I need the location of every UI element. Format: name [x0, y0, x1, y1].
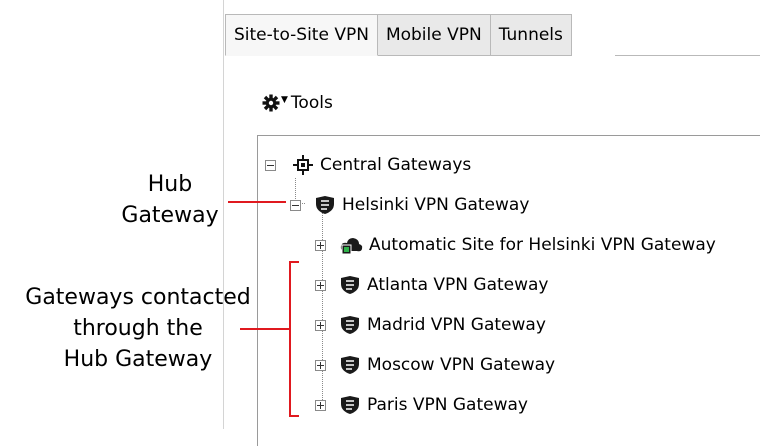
- expand-icon[interactable]: [315, 319, 326, 331]
- collapse-icon[interactable]: [265, 159, 276, 171]
- collapse-icon[interactable]: [290, 199, 301, 211]
- vpn-gateway-shield-icon: [341, 356, 359, 374]
- tree-node-label: Madrid VPN Gateway: [367, 315, 546, 335]
- expand-icon[interactable]: [315, 399, 326, 411]
- expand-icon[interactable]: [315, 279, 326, 291]
- contacted-annotation-pointer: [240, 328, 290, 330]
- annotation-line: through the: [73, 316, 203, 341]
- contacted-gateways-annotation: Gateways contacted through the Hub Gatew…: [0, 282, 276, 375]
- expand-icon[interactable]: [315, 359, 326, 371]
- vpn-gateway-shield-icon: [316, 196, 334, 214]
- contacted-bracket-vertical: [289, 261, 291, 417]
- tree-node-label: Central Gateways: [320, 155, 472, 175]
- hub-gateway-annotation: Hub Gateway: [105, 169, 235, 231]
- automatic-site-cloud-icon: [340, 238, 363, 255]
- chevron-down-icon: ▼: [281, 95, 288, 105]
- tree-node-label: Paris VPN Gateway: [367, 395, 528, 415]
- tree-node-label: Atlanta VPN Gateway: [367, 275, 549, 295]
- tree-node-label: Automatic Site for Helsinki VPN Gateway: [369, 235, 716, 255]
- contacted-bracket-top: [289, 261, 299, 263]
- tree-node-atlanta[interactable]: Atlanta VPN Gateway: [315, 272, 549, 298]
- hub-annotation-pointer: [228, 201, 286, 203]
- tree-node-moscow[interactable]: Moscow VPN Gateway: [315, 352, 555, 378]
- tab-bar-baseline: [615, 55, 760, 56]
- annotation-line: Hub Gateway: [63, 347, 213, 372]
- tab-mobile-vpn[interactable]: Mobile VPN: [377, 14, 491, 56]
- annotation-line: Gateways contacted: [25, 285, 251, 310]
- annotation-line: Gateway: [121, 203, 219, 228]
- vpn-gateway-shield-icon: [341, 276, 359, 294]
- tree-node-automatic-site[interactable]: Automatic Site for Helsinki VPN Gateway: [315, 232, 716, 258]
- tab-site-to-site-vpn[interactable]: Site-to-Site VPN: [225, 14, 378, 56]
- contacted-bracket-bottom: [289, 415, 299, 417]
- tree-node-madrid[interactable]: Madrid VPN Gateway: [315, 312, 546, 338]
- vpn-tab-bar: Site-to-Site VPN Mobile VPN Tunnels: [225, 14, 572, 56]
- gear-icon: [262, 94, 280, 112]
- tab-tunnels[interactable]: Tunnels: [490, 14, 572, 56]
- vpn-gateway-shield-icon: [341, 396, 359, 414]
- central-gateways-icon: [293, 155, 313, 175]
- expand-icon[interactable]: [315, 239, 326, 251]
- tree-node-label: Moscow VPN Gateway: [367, 355, 556, 375]
- tree-node-central-gateways[interactable]: Central Gateways: [265, 152, 471, 178]
- vpn-gateway-shield-icon: [341, 316, 359, 334]
- tree-node-paris[interactable]: Paris VPN Gateway: [315, 392, 528, 418]
- tree-node-helsinki-hub[interactable]: Helsinki VPN Gateway: [290, 192, 529, 218]
- annotation-line: Hub: [147, 172, 193, 197]
- tools-menu-button[interactable]: ▼ Tools: [262, 90, 333, 116]
- tree-node-label: Helsinki VPN Gateway: [342, 195, 530, 215]
- tools-label: Tools: [290, 93, 333, 113]
